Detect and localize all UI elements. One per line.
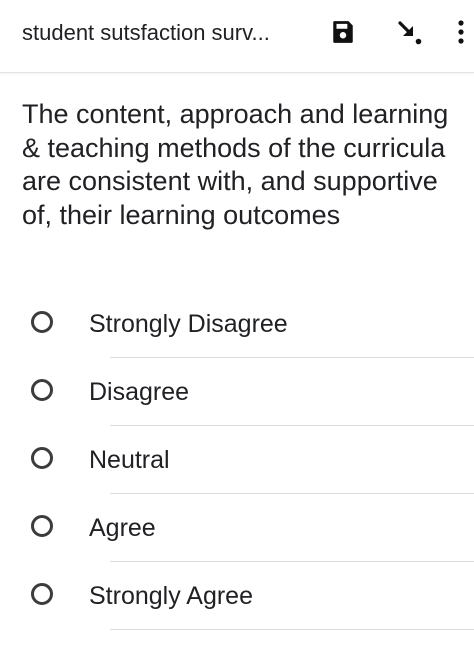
radio-button[interactable] — [31, 311, 53, 333]
option-strongly-agree[interactable]: Strongly Agree — [0, 561, 474, 630]
option-label: Neutral — [89, 446, 170, 474]
more-options-button[interactable] — [448, 12, 474, 52]
divider — [110, 629, 474, 630]
option-label: Strongly Disagree — [89, 310, 288, 338]
option-label: Disagree — [89, 378, 190, 406]
radio-button[interactable] — [31, 515, 53, 537]
radio-button[interactable] — [31, 379, 53, 401]
survey-title: student sutsfaction surv... — [22, 20, 270, 45]
option-label: Agree — [89, 514, 156, 542]
save-icon — [333, 21, 353, 43]
option-disagree[interactable]: Disagree — [0, 357, 474, 426]
radio-button[interactable] — [31, 447, 53, 469]
drill-down-button[interactable] — [389, 12, 429, 52]
option-agree[interactable]: Agree — [0, 493, 474, 562]
app-bar: student sutsfaction surv... — [0, 0, 474, 73]
drill-down-arrow-icon — [398, 21, 422, 45]
question-text: The content, approach and learning & tea… — [22, 99, 449, 230]
option-neutral[interactable]: Neutral — [0, 425, 474, 494]
more-vert-icon — [458, 20, 464, 44]
save-button[interactable] — [323, 12, 363, 52]
option-strongly-disagree[interactable]: Strongly Disagree — [0, 289, 474, 358]
option-label: Strongly Agree — [89, 582, 253, 610]
answer-options: Strongly Disagree Disagree Neutral Agree… — [0, 289, 474, 630]
radio-button[interactable] — [31, 583, 53, 605]
